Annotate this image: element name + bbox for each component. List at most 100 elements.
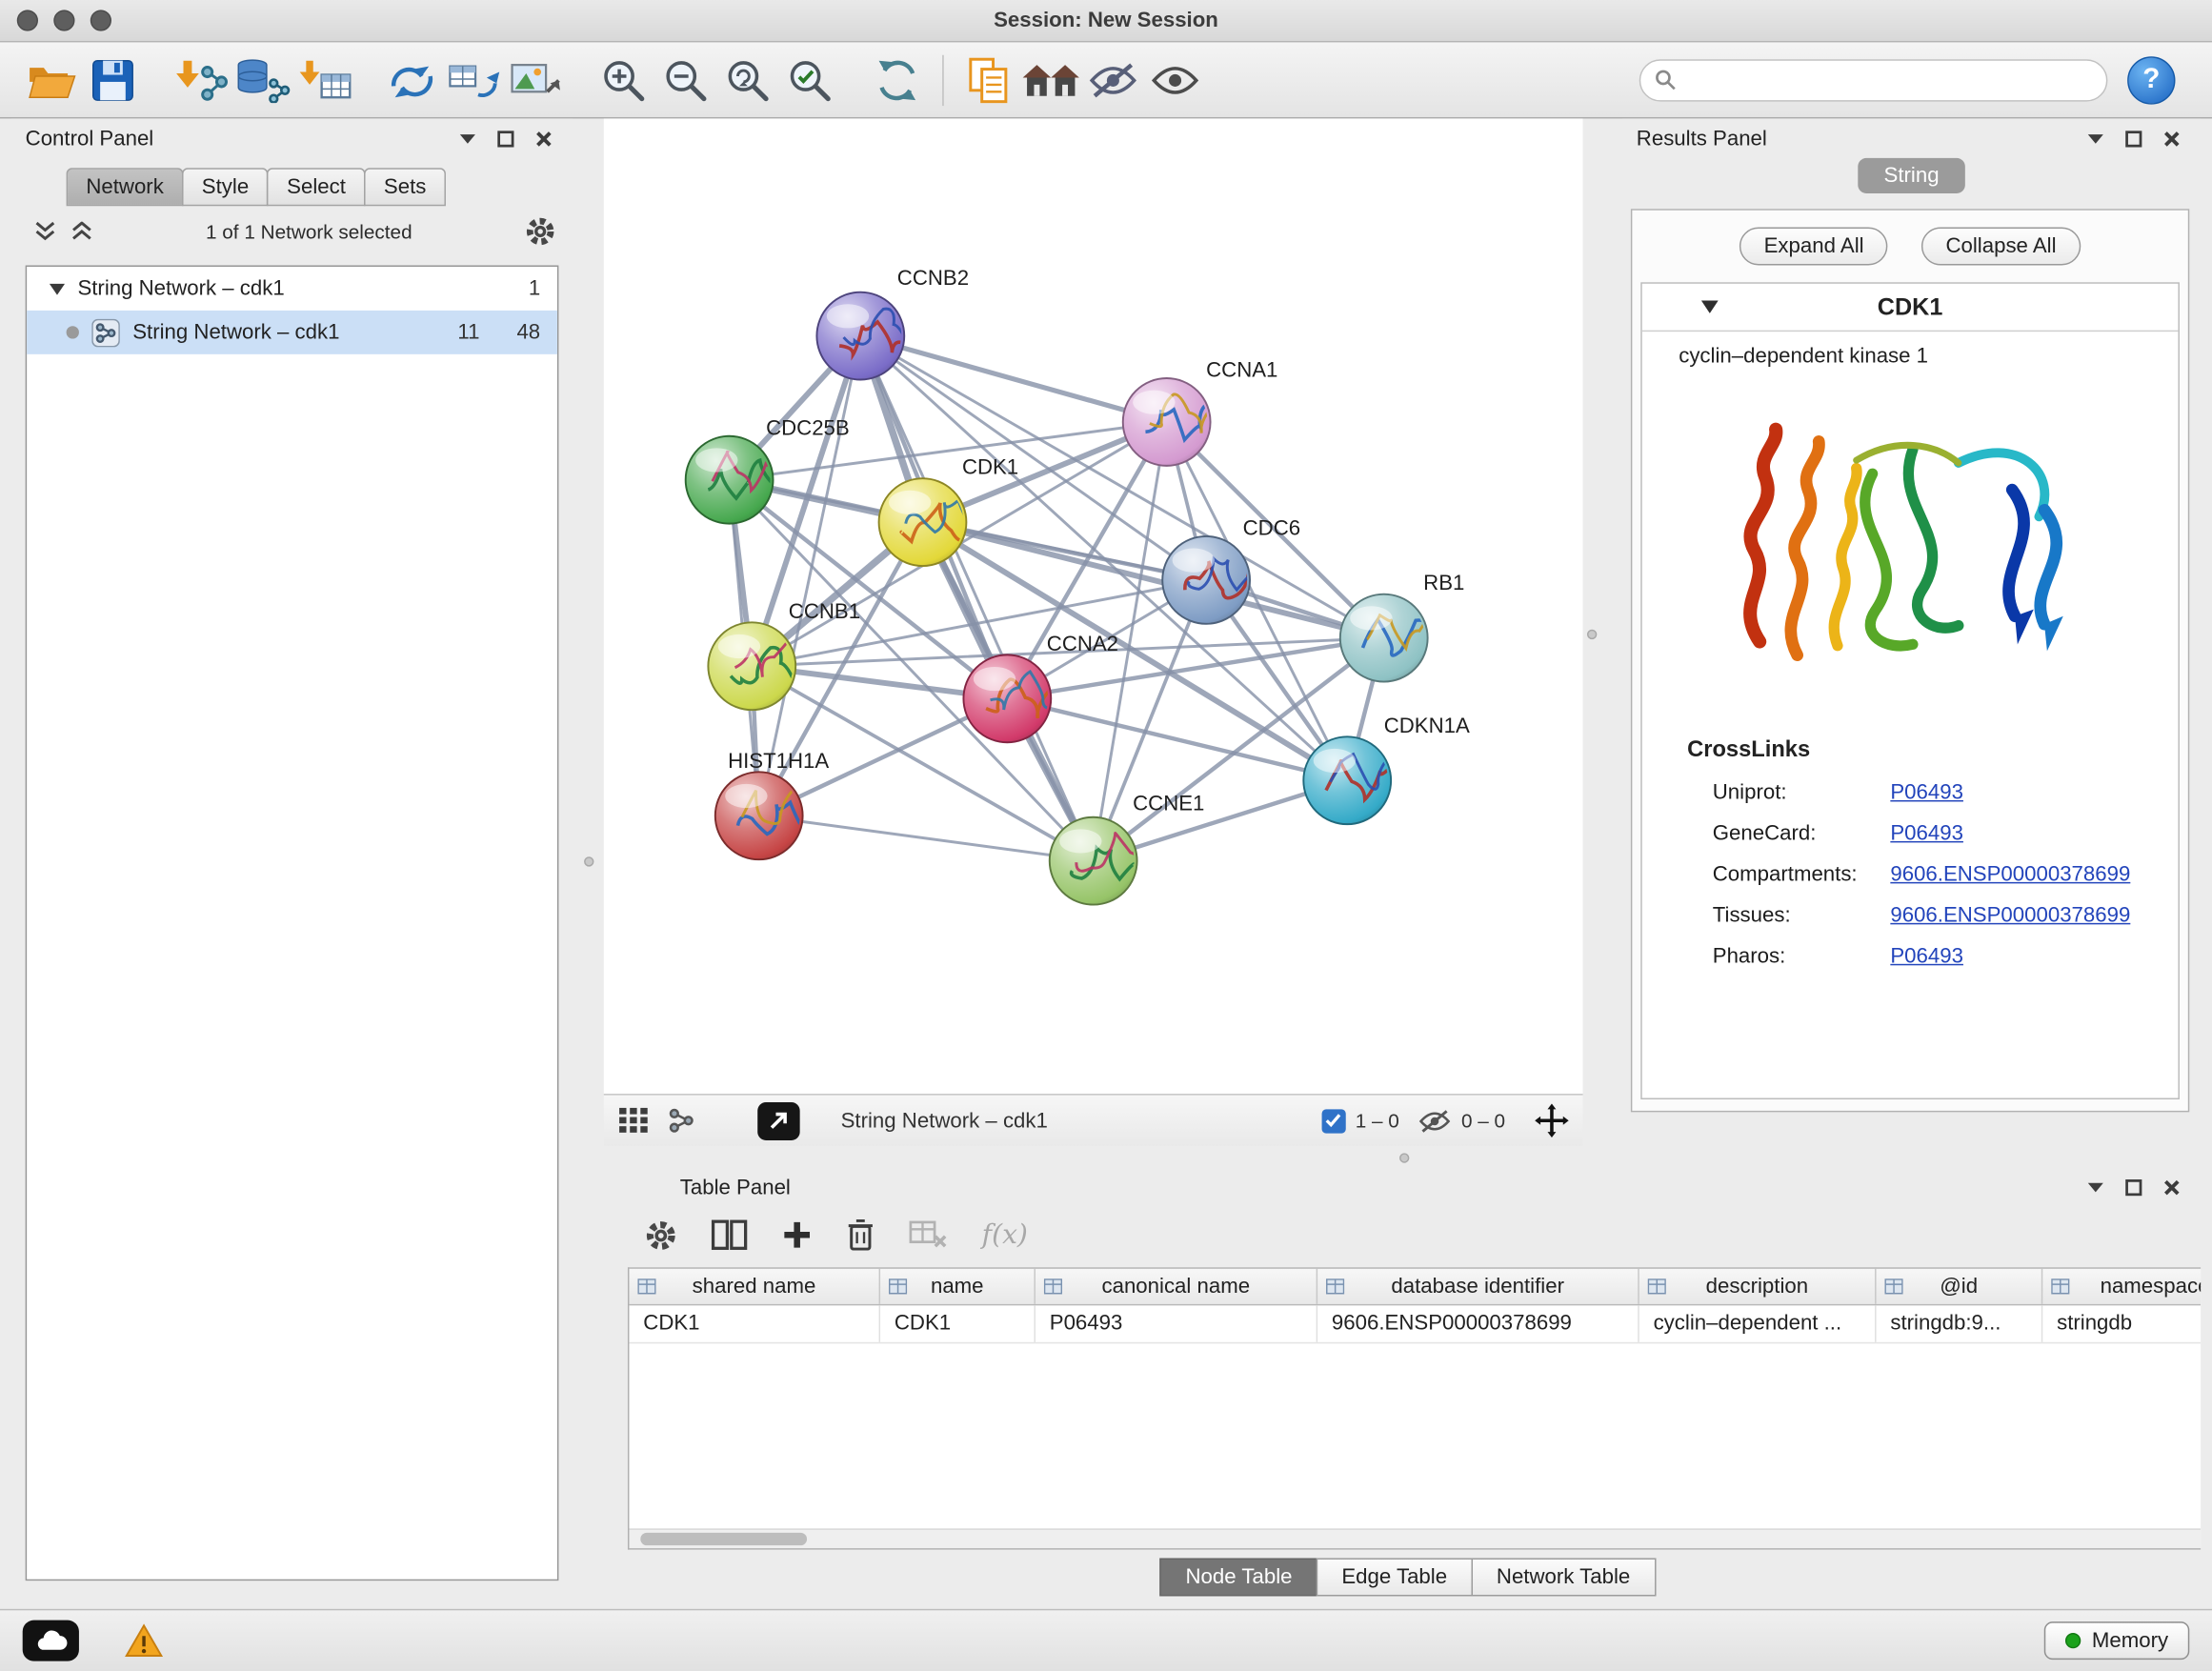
network-node[interactable]: HIST1H1A (715, 749, 830, 859)
save-session-button[interactable] (82, 49, 144, 111)
tab-sets[interactable]: Sets (364, 168, 446, 206)
network-from-table-button[interactable] (443, 49, 505, 111)
panel-float-icon[interactable] (458, 130, 476, 148)
tab-select[interactable]: Select (267, 168, 365, 206)
pan-crosshair-icon[interactable] (1535, 1103, 1569, 1137)
column-header[interactable]: shared name (629, 1269, 880, 1304)
network-graph[interactable]: CCNB2CCNA1CDC25BCDK1CDC6RB1CCNB1CCNA2CDK… (604, 118, 1583, 1094)
show-all-button[interactable] (1144, 49, 1206, 111)
tab-network[interactable]: Network (67, 168, 184, 206)
network-node[interactable]: CCNE1 (1050, 791, 1205, 904)
open-session-button[interactable] (20, 49, 82, 111)
network-canvas[interactable]: CCNB2CCNA1CDC25BCDK1CDC6RB1CCNB1CCNA2CDK… (604, 118, 1583, 1094)
network-node[interactable]: CCNA1 (1123, 358, 1278, 466)
search-input[interactable] (1639, 58, 2108, 100)
duplicate-document-button[interactable] (958, 49, 1020, 111)
network-edge[interactable] (860, 336, 1093, 861)
selected-nodes-checkbox[interactable] (1321, 1109, 1345, 1133)
cloud-button[interactable] (23, 1621, 79, 1661)
open-in-window-button[interactable] (757, 1101, 799, 1139)
network-edge[interactable] (759, 815, 1094, 860)
panel-close-icon[interactable] (534, 130, 553, 148)
column-header[interactable]: namespace (2042, 1269, 2201, 1304)
network-collection-row[interactable]: String Network – cdk1 1 (27, 267, 557, 311)
table-cell[interactable]: stringdb:9... (1877, 1305, 2043, 1342)
network-node[interactable]: CCNB1 (708, 599, 860, 710)
gear-icon[interactable] (525, 216, 556, 248)
tab-network-table[interactable]: Network Table (1471, 1558, 1656, 1596)
columns-icon[interactable] (711, 1219, 748, 1251)
network-node[interactable]: CDK1 (879, 455, 1019, 566)
trash-icon[interactable] (847, 1218, 875, 1252)
tab-string[interactable]: String (1859, 158, 1964, 193)
crosslink-link[interactable]: P06493 (1890, 780, 1963, 804)
birdseye-grid-icon[interactable] (618, 1106, 650, 1135)
column-header[interactable]: @id (1877, 1269, 2043, 1304)
collapse-all-icon[interactable] (34, 222, 57, 242)
table-cell[interactable]: cyclin–dependent ... (1639, 1305, 1877, 1342)
delete-table-icon[interactable] (909, 1219, 948, 1251)
gear-icon[interactable] (645, 1218, 677, 1251)
network-row[interactable]: String Network – cdk1 11 48 (27, 311, 557, 354)
crosslink-link[interactable]: P06493 (1890, 821, 1963, 845)
collapse-all-button[interactable]: Collapse All (1921, 228, 2080, 266)
warnings-button[interactable] (118, 1620, 169, 1661)
scrollbar-thumb[interactable] (640, 1533, 807, 1545)
new-network-button[interactable] (381, 49, 443, 111)
zoom-fit-button[interactable] (716, 49, 778, 111)
expand-all-button[interactable]: Expand All (1739, 228, 1887, 266)
panel-maximize-icon[interactable] (496, 130, 514, 148)
crosslink-link[interactable]: 9606.ENSP00000378699 (1890, 903, 2130, 927)
crosslink-link[interactable]: P06493 (1890, 944, 1963, 968)
tab-style[interactable]: Style (182, 168, 269, 206)
import-network-file-button[interactable] (170, 49, 231, 111)
panel-close-icon[interactable] (2162, 1178, 2181, 1196)
table-cell[interactable]: P06493 (1036, 1305, 1317, 1342)
refresh-view-button[interactable] (866, 49, 928, 111)
panel-close-icon[interactable] (2162, 130, 2181, 148)
network-node[interactable]: CDC6 (1162, 515, 1300, 623)
tab-edge-table[interactable]: Edge Table (1317, 1558, 1473, 1596)
collapse-section-icon[interactable] (1701, 301, 1719, 313)
panel-float-icon[interactable] (2086, 1178, 2104, 1196)
table-cell[interactable]: 9606.ENSP00000378699 (1317, 1305, 1639, 1342)
export-image-button[interactable] (505, 49, 567, 111)
tab-node-table[interactable]: Node Table (1160, 1558, 1317, 1596)
column-header[interactable]: name (880, 1269, 1036, 1304)
zoom-selected-button[interactable] (778, 49, 840, 111)
expand-all-icon[interactable] (70, 222, 93, 242)
import-network-database-button[interactable] (231, 49, 293, 111)
vertical-splitter-handle[interactable] (584, 856, 593, 866)
network-edge[interactable] (759, 336, 861, 816)
memory-button[interactable]: Memory (2044, 1621, 2190, 1660)
function-builder-button[interactable]: f(x) (982, 1219, 1028, 1251)
protein-card-header[interactable]: CDK1 (1642, 284, 2179, 332)
crosslink-row: Uniprot: P06493 (1642, 772, 2179, 813)
network-node[interactable]: CCNB2 (816, 266, 969, 379)
panel-float-icon[interactable] (2086, 130, 2104, 148)
tree-expand-icon[interactable] (50, 283, 65, 294)
vertical-splitter-handle[interactable] (1587, 630, 1597, 639)
import-table-button[interactable] (293, 49, 355, 111)
horizontal-splitter-handle[interactable] (1399, 1153, 1409, 1162)
home-button[interactable] (1020, 49, 1082, 111)
share-icon[interactable] (667, 1106, 695, 1135)
zoom-in-button[interactable] (593, 49, 654, 111)
table-row[interactable]: CDK1 CDK1 P06493 9606.ENSP00000378699 cy… (629, 1305, 2201, 1343)
panel-maximize-icon[interactable] (2124, 1178, 2142, 1196)
panel-maximize-icon[interactable] (2124, 130, 2142, 148)
network-node[interactable]: CDKN1A (1303, 714, 1470, 824)
table-cell[interactable]: CDK1 (629, 1305, 880, 1342)
table-cell[interactable]: CDK1 (880, 1305, 1036, 1342)
column-header[interactable]: description (1639, 1269, 1877, 1304)
column-header[interactable]: database identifier (1317, 1269, 1639, 1304)
column-header[interactable]: canonical name (1036, 1269, 1317, 1304)
help-button[interactable]: ? (2127, 56, 2175, 104)
crosslink-link[interactable]: 9606.ENSP00000378699 (1890, 862, 2130, 886)
network-node[interactable]: RB1 (1340, 571, 1465, 681)
horizontal-scrollbar[interactable] (629, 1528, 2201, 1548)
zoom-out-button[interactable] (654, 49, 716, 111)
add-row-icon[interactable] (781, 1219, 813, 1251)
hide-selected-button[interactable] (1082, 49, 1144, 111)
table-cell[interactable]: stringdb (2042, 1305, 2201, 1342)
